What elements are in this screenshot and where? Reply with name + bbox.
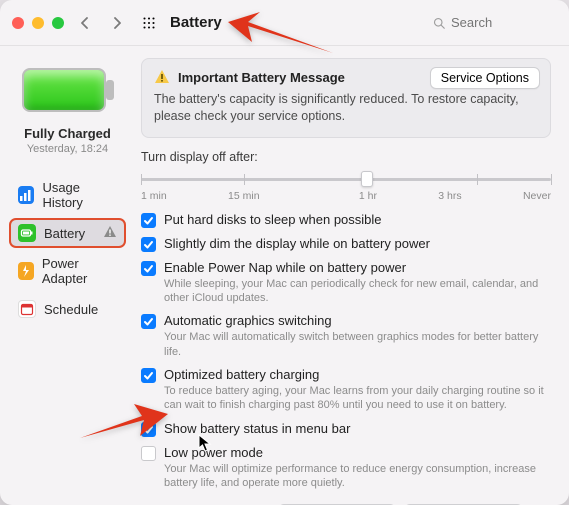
warning-icon (154, 69, 170, 85)
slider-tick-labels: 1 min 15 min 1 hr 3 hrs Never (141, 190, 551, 202)
option-row: Enable Power Nap while on battery power W… (141, 260, 551, 306)
sidebar: Fully Charged Yesterday, 18:24 Usage His… (0, 46, 135, 505)
option-row: Slightly dim the display while on batter… (141, 236, 551, 252)
forward-button[interactable] (106, 12, 128, 34)
sidebar-item-power-adapter[interactable]: Power Adapter (10, 251, 125, 291)
checkbox[interactable] (141, 314, 156, 329)
option-row: Optimized battery charging To reduce batt… (141, 367, 551, 413)
sidebar-nav: Usage History Battery Power Adapter Sche… (10, 175, 125, 323)
tick-label: 1 min (141, 190, 167, 202)
zoom-window-button[interactable] (52, 17, 64, 29)
option-label: Slightly dim the display while on batter… (164, 236, 551, 251)
checkbox[interactable] (141, 237, 156, 252)
close-window-button[interactable] (12, 17, 24, 29)
battery-preferences-window: Battery Fully Charged Yesterday, 18:24 U… (0, 0, 569, 505)
show-all-button[interactable] (138, 12, 160, 34)
slider-label: Turn display off after: (141, 150, 551, 164)
option-label: Enable Power Nap while on battery power (164, 260, 551, 275)
warning-icon (103, 225, 117, 242)
page-title: Battery (170, 14, 222, 31)
sidebar-item-label: Usage History (42, 180, 117, 210)
search-input[interactable] (451, 15, 551, 30)
window-controls (12, 17, 64, 29)
service-options-button[interactable]: Service Options (430, 67, 540, 89)
back-button[interactable] (74, 12, 96, 34)
sidebar-item-label: Power Adapter (42, 256, 117, 286)
checkbox[interactable] (141, 422, 156, 437)
option-description: Your Mac will automatically switch betwe… (164, 330, 551, 359)
sidebar-item-battery[interactable]: Battery (10, 219, 125, 247)
battery-status-label: Fully Charged (24, 126, 111, 141)
tick-label: 1 hr (359, 190, 377, 202)
battery-alert: Service Options Important Battery Messag… (141, 58, 551, 138)
sidebar-item-label: Schedule (44, 302, 98, 317)
option-label: Automatic graphics switching (164, 313, 551, 328)
minimize-window-button[interactable] (32, 17, 44, 29)
titlebar: Battery (0, 0, 569, 46)
search-field[interactable] (427, 12, 557, 33)
chart-icon (18, 186, 34, 204)
calendar-icon (18, 300, 36, 318)
tick-label: 15 min (228, 190, 260, 202)
option-description: While sleeping, your Mac can periodicall… (164, 277, 551, 306)
option-description: To reduce battery aging, your Mac learns… (164, 384, 551, 413)
tick-label: Never (523, 190, 551, 202)
battery-large-icon (22, 68, 114, 112)
checkbox[interactable] (141, 261, 156, 276)
alert-body: The battery's capacity is significantly … (154, 91, 538, 125)
checkbox[interactable] (141, 213, 156, 228)
plug-icon (18, 262, 34, 280)
sidebar-item-label: Battery (44, 226, 85, 241)
option-label: Optimized battery charging (164, 367, 551, 382)
search-icon (433, 16, 445, 30)
tick-label: 3 hrs (438, 190, 461, 202)
display-sleep-slider-group: Turn display off after: 1 min 15 min 1 h… (141, 150, 551, 202)
option-label: Put hard disks to sleep when possible (164, 212, 551, 227)
option-label: Low power mode (164, 445, 551, 460)
alert-title: Important Battery Message (178, 70, 345, 85)
sidebar-item-usage-history[interactable]: Usage History (10, 175, 125, 215)
checkbox[interactable] (141, 368, 156, 383)
option-row: Put hard disks to sleep when possible (141, 212, 551, 228)
option-label: Show battery status in menu bar (164, 421, 551, 436)
option-description: Your Mac will optimize performance to re… (164, 462, 551, 491)
battery-status-time: Yesterday, 18:24 (27, 143, 108, 155)
display-sleep-slider[interactable] (141, 170, 551, 188)
checkbox[interactable] (141, 446, 156, 461)
sidebar-item-schedule[interactable]: Schedule (10, 295, 125, 323)
slider-thumb[interactable] (361, 171, 373, 187)
mouse-cursor-icon (198, 434, 212, 452)
battery-icon (18, 224, 36, 242)
option-row: Automatic graphics switching Your Mac wil… (141, 313, 551, 359)
